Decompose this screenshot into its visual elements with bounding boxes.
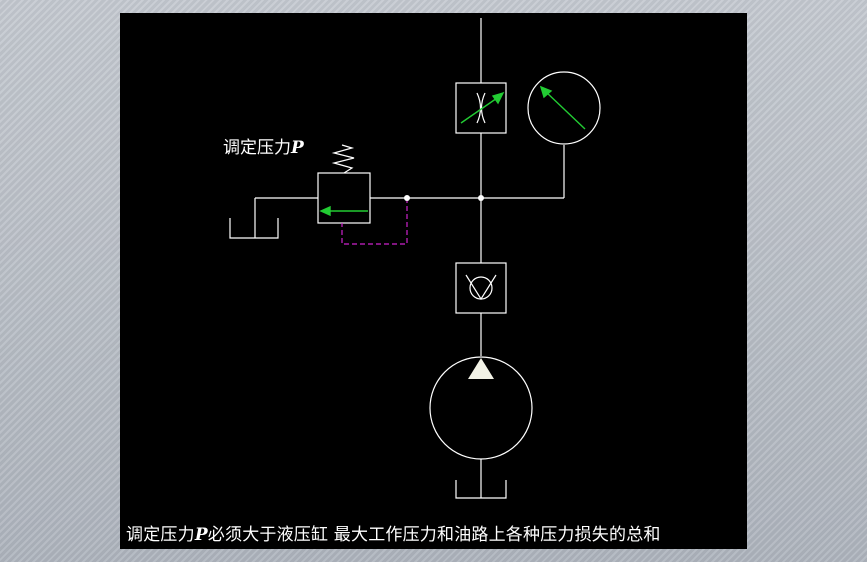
relief-arrow-head — [319, 205, 331, 217]
gauge-needle — [544, 90, 586, 130]
throttle-arrow-head — [491, 91, 505, 105]
drawing-canvas: 调定压力P 调定压力P必须大于液压缸 最大工作压力和油路上各种压力损失的总和 — [120, 13, 747, 549]
pilot-line — [341, 198, 408, 245]
relief-label-var: P — [291, 138, 304, 158]
caption-after: 必须大于液压缸 最大工作压力和油路上各种压力损失的总和 — [207, 525, 661, 545]
relief-pressure-label: 调定压力P — [223, 137, 304, 159]
pump-triangle — [468, 358, 494, 379]
throttle-arc-left — [476, 92, 482, 124]
check-valve-box — [455, 262, 507, 314]
pressure-gauge — [527, 71, 601, 145]
caption: 调定压力P必须大于液压缸 最大工作压力和油路上各种压力损失的总和 — [120, 523, 747, 547]
junction-dot-main — [478, 195, 484, 201]
relief-valve-box — [317, 172, 371, 224]
junction-dot-pilot — [404, 195, 410, 201]
throttle-arrow — [460, 95, 501, 124]
relief-tank — [229, 218, 279, 239]
caption-var: P — [194, 525, 208, 545]
relief-spring — [331, 144, 355, 174]
check-valve-ball — [469, 276, 493, 300]
relief-label-text: 调定压力 — [223, 138, 291, 158]
caption-before: 调定压力 — [126, 525, 195, 545]
hydraulic-circuit-diagram — [229, 18, 601, 499]
